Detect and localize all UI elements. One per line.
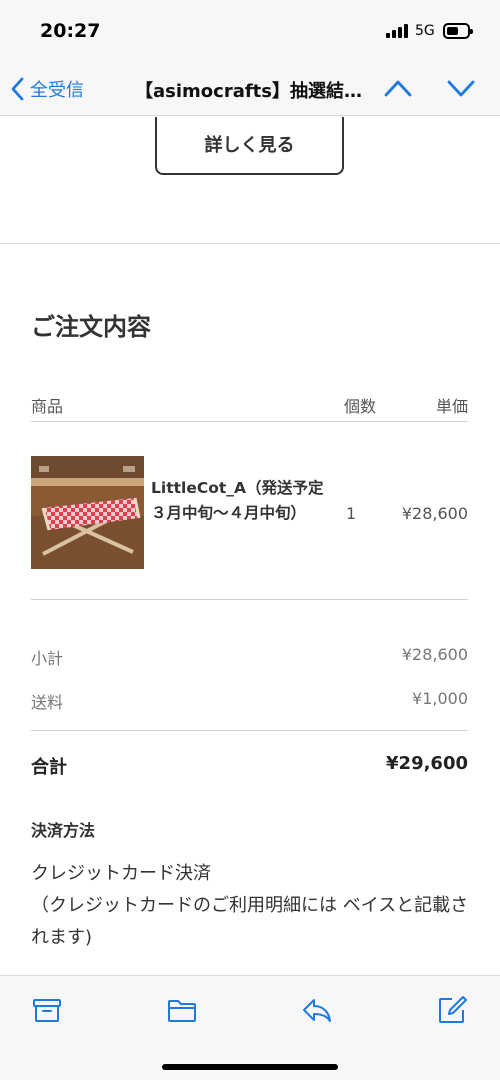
battery-icon — [443, 23, 473, 39]
next-message-button[interactable] — [446, 76, 476, 104]
folder-icon — [168, 1000, 196, 1022]
bottom-toolbar — [0, 975, 500, 1080]
home-indicator[interactable] — [162, 1064, 338, 1070]
column-header-product: 商品 — [31, 397, 64, 416]
chevron-left-icon — [11, 77, 24, 101]
section-divider — [0, 243, 500, 244]
payment-note: （クレジットカードのご利用明細には ベイスと記載されます) — [31, 895, 469, 948]
archive-icon — [33, 999, 61, 1022]
status-time: 20:27 — [40, 20, 101, 42]
network-type: 5G — [415, 23, 435, 39]
payment-method: クレジットカード決済 — [31, 863, 211, 884]
move-to-folder-button[interactable] — [166, 994, 198, 1026]
archive-button[interactable] — [31, 994, 63, 1026]
column-header-unit-price: 単価 — [435, 397, 468, 416]
compose-icon — [439, 996, 467, 1023]
subtotal-value: ¥28,600 — [401, 645, 468, 664]
email-subject: 【asimocrafts】抽選結果のお知らせ — [135, 81, 375, 102]
total-value: ¥29,600 — [386, 753, 468, 774]
shipping-value: ¥1,000 — [412, 689, 468, 708]
shipping-label: 送料 — [31, 693, 64, 712]
reply-icon — [303, 999, 331, 1022]
chevron-down-icon — [447, 80, 475, 97]
items-divider — [31, 599, 468, 600]
order-section-title: ご注文内容 — [31, 313, 151, 341]
payment-title: 決済方法 — [31, 821, 96, 840]
previous-message-button[interactable] — [383, 76, 413, 104]
totals-divider — [31, 730, 468, 731]
status-bar: 20:27 5G — [0, 0, 500, 62]
product-quantity: 1 — [346, 504, 357, 523]
product-price: ¥28,600 — [401, 504, 468, 523]
chevron-up-icon — [384, 80, 412, 97]
product-image[interactable] — [31, 456, 144, 569]
signal-icon — [386, 24, 410, 38]
column-header-quantity: 個数 — [344, 397, 377, 416]
reply-button[interactable] — [301, 994, 333, 1026]
total-label: 合計 — [31, 757, 67, 778]
product-name: LittleCot_A（発送予定３月中旬〜４月中旬） — [151, 479, 324, 522]
email-body[interactable]: 詳しく見る ご注文内容 商品 個数 単価 LittleCot_A（発送予定３月中… — [0, 117, 500, 975]
subtotal-label: 小計 — [31, 649, 64, 668]
back-label: 全受信 — [30, 80, 84, 101]
details-button[interactable]: 詳しく見る — [155, 117, 344, 175]
nav-bar: 全受信 【asimocrafts】抽選結果のお知らせ — [0, 62, 500, 116]
back-button[interactable]: 全受信 — [10, 74, 84, 104]
header-divider — [31, 421, 468, 422]
compose-button[interactable] — [436, 994, 468, 1026]
